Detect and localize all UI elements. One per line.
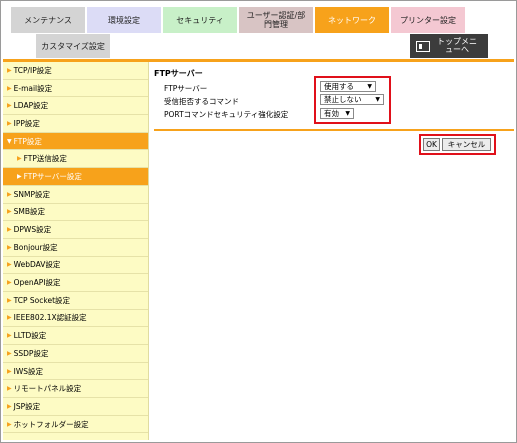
settings-highlight-box — [314, 76, 391, 124]
sidebar-item-lltd[interactable]: ▶ LLTD設定 — [3, 327, 148, 345]
sidebar-item-iws[interactable]: ▶ IWS設定 — [3, 363, 148, 381]
arrow-right-icon: ▶ — [7, 226, 12, 234]
sidebar: ▶ TCP/IP設定 ▶ E-mail設定 ▶ LDAP設定 ▶ IPP設定 ▼ FTP設… — [3, 62, 149, 440]
screen-icon — [416, 40, 430, 52]
arrow-right-icon: ▶ — [7, 402, 12, 410]
sidebar-item-remote-panel[interactable]: ▶ リモートパネル設定 — [3, 380, 148, 399]
cancel-button[interactable]: キャンセル — [442, 138, 491, 151]
sidebar-item-snmp[interactable]: ▶ SNMP設定 — [3, 186, 148, 204]
content-divider — [154, 129, 514, 131]
arrow-right-icon: ▶ — [7, 243, 12, 251]
arrow-right-icon: ▶ — [7, 314, 12, 322]
sidebar-item-label: OpenAPI設定 — [13, 278, 61, 288]
setting-label-ftp-server: FTPサーバー — [164, 84, 208, 93]
arrow-right-icon: ▶ — [7, 349, 12, 357]
tab-user-auth[interactable]: ユーザー認証/部門管理 — [239, 7, 313, 33]
top-menu-label: トップメニューへ — [437, 37, 477, 54]
sidebar-item-jsp[interactable]: ▶ JSP設定 — [3, 398, 148, 416]
arrow-right-icon: ▶ — [7, 261, 12, 269]
tab-label: 環境設定 — [108, 15, 140, 25]
tab-label: プリンター設定 — [400, 15, 456, 25]
tab-label: メンテナンス — [24, 15, 72, 25]
arrow-right-icon: ▶ — [7, 385, 12, 393]
subtab-label: カスタマイズ設定 — [41, 41, 105, 51]
sidebar-item-label: TCP/IP設定 — [13, 65, 52, 75]
sidebar-item-ftp-send[interactable]: ▶ FTP送信設定 — [3, 150, 148, 169]
tab-environment[interactable]: 環境設定 — [87, 7, 161, 33]
arrow-right-icon: ▶ — [7, 119, 12, 127]
sidebar-item-label: SSDP設定 — [13, 348, 49, 358]
sidebar-item-smb[interactable]: ▶ SMB設定 — [3, 204, 148, 222]
sidebar-item-label: LDAP設定 — [13, 101, 49, 111]
sidebar-item-email[interactable]: ▶ E-mail設定 — [3, 80, 148, 98]
sidebar-item-dpws[interactable]: ▶ DPWS設定 — [3, 221, 148, 239]
sidebar-item-label: FTPサーバー設定 — [23, 171, 82, 181]
arrow-right-icon: ▶ — [7, 367, 12, 375]
sidebar-item-tcpip[interactable]: ▶ TCP/IP設定 — [3, 62, 148, 80]
sidebar-item-ipp[interactable]: ▶ IPP設定 — [3, 115, 148, 133]
arrow-right-icon: ▶ — [7, 420, 12, 428]
sidebar-item-label: FTP設定 — [13, 136, 42, 146]
sidebar-item-label: DPWS設定 — [13, 225, 52, 235]
sidebar-item-label: E-mail設定 — [13, 83, 53, 93]
main-tabs: メンテナンス 環境設定 セキュリティ ユーザー認証/部門管理 ネットワーク プリ… — [11, 7, 465, 33]
arrow-right-icon: ▶ — [7, 66, 12, 74]
sidebar-item-tcp-socket[interactable]: ▶ TCP Socket設定 — [3, 292, 148, 310]
arrow-right-icon: ▶ — [7, 208, 12, 216]
sidebar-item-label: FTP送信設定 — [23, 154, 67, 164]
tab-customize[interactable]: カスタマイズ設定 — [36, 34, 110, 58]
arrow-right-icon: ▶ — [7, 296, 12, 304]
sidebar-item-label: JSP設定 — [13, 401, 41, 411]
arrow-right-icon: ▶ — [7, 102, 12, 110]
sidebar-item-label: LLTD設定 — [13, 331, 47, 341]
arrow-right-icon: ▶ — [7, 84, 12, 92]
sidebar-item-label: WebDAV設定 — [13, 260, 61, 270]
tab-label: ユーザー認証/部門管理 — [246, 11, 306, 29]
sidebar-item-label: TCP Socket設定 — [13, 295, 71, 305]
arrow-right-icon: ▶ — [7, 190, 12, 198]
ok-button[interactable]: OK — [423, 138, 440, 151]
sidebar-item-label: ホットフォルダー設定 — [13, 419, 89, 429]
sidebar-item-ftp[interactable]: ▼ FTP設定 — [3, 132, 148, 151]
tab-label: ネットワーク — [328, 15, 376, 25]
sidebar-item-bonjour[interactable]: ▶ Bonjour設定 — [3, 239, 148, 257]
sidebar-item-label: SMB設定 — [13, 207, 46, 217]
sidebar-item-webdav[interactable]: ▶ WebDAV設定 — [3, 257, 148, 275]
top-menu-button[interactable]: トップメニューへ — [410, 34, 488, 58]
sidebar-item-label: リモートパネル設定 — [13, 384, 82, 394]
sidebar-item-openapi[interactable]: ▶ OpenAPI設定 — [3, 274, 148, 292]
sidebar-item-ssdp[interactable]: ▶ SSDP設定 — [3, 345, 148, 363]
arrow-right-icon: ▶ — [7, 332, 12, 340]
arrow-right-icon: ▶ — [17, 172, 22, 180]
setting-label-reject-command: 受信拒否するコマンド — [164, 97, 239, 106]
sidebar-item-label: IEEE802.1X認証設定 — [13, 313, 87, 323]
sidebar-item-label: IWS設定 — [13, 366, 44, 376]
sidebar-item-label: Bonjour設定 — [13, 242, 58, 252]
sidebar-item-ldap[interactable]: ▶ LDAP設定 — [3, 97, 148, 116]
sidebar-item-hot-folder[interactable]: ▶ ホットフォルダー設定 — [3, 416, 148, 434]
tab-security[interactable]: セキュリティ — [163, 7, 237, 33]
page-title: FTPサーバー — [154, 69, 203, 78]
tab-printer[interactable]: プリンター設定 — [391, 7, 465, 33]
sidebar-item-label: IPP設定 — [13, 118, 40, 128]
tab-maintenance[interactable]: メンテナンス — [11, 7, 85, 33]
arrow-down-icon: ▼ — [7, 137, 12, 145]
sidebar-item-label: SNMP設定 — [13, 189, 50, 199]
setting-label-port-security: PORTコマンドセキュリティ強化設定 — [164, 110, 289, 119]
sidebar-item-ieee8021x[interactable]: ▶ IEEE802.1X認証設定 — [3, 310, 148, 328]
tab-network[interactable]: ネットワーク — [315, 7, 389, 33]
sidebar-item-ftp-server[interactable]: ▶ FTPサーバー設定 — [3, 168, 148, 186]
arrow-right-icon: ▶ — [7, 279, 12, 287]
tab-label: セキュリティ — [176, 15, 224, 25]
arrow-right-icon: ▶ — [17, 155, 22, 163]
